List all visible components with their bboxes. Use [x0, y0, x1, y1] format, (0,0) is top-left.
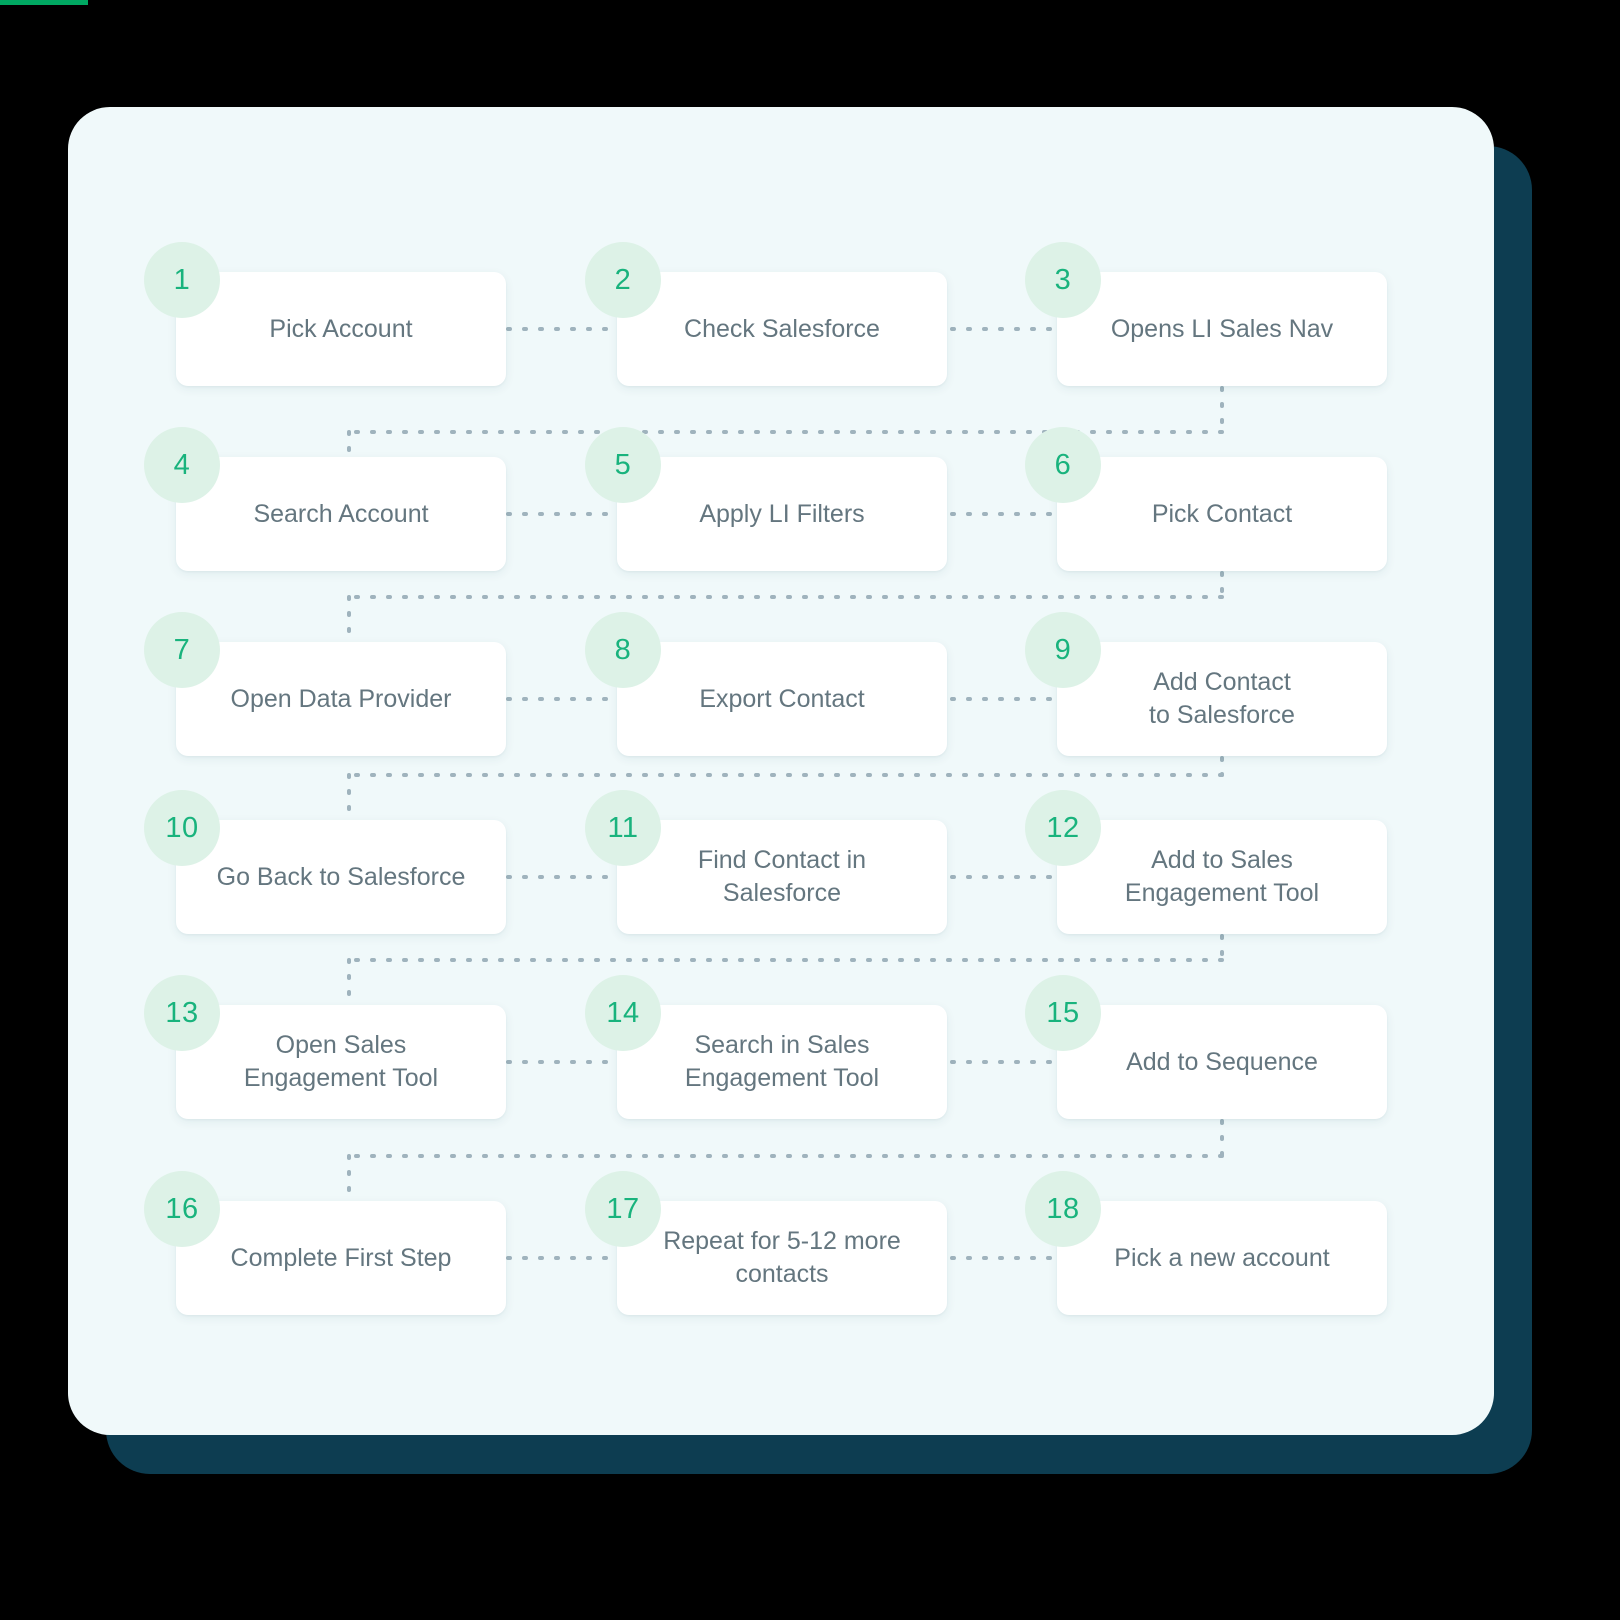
step-card[interactable]: Check Salesforce [617, 272, 947, 386]
step-label: Open Data Provider [230, 684, 452, 713]
step-number-badge: 4 [144, 427, 220, 503]
step-card[interactable]: Go Back to Salesforce [176, 820, 506, 934]
step-label: Add to Sequence [1126, 1047, 1318, 1076]
step-number-badge: 2 [585, 242, 661, 318]
step-number-badge: 10 [144, 790, 220, 866]
step-label: Add to Sales Engagement Tool [1124, 846, 1320, 907]
step-card[interactable]: Search in Sales Engagement Tool [617, 1005, 947, 1119]
step-label: Search Account [253, 499, 429, 528]
step-number-badge: 1 [144, 242, 220, 318]
step-16[interactable]: Complete First Step 16 [144, 1171, 506, 1315]
step-number-badge: 3 [1025, 242, 1101, 318]
step-number-badge: 17 [585, 1171, 661, 1247]
step-5[interactable]: Apply LI Filters 5 [585, 427, 947, 571]
step-card[interactable]: Pick Contact [1057, 457, 1387, 571]
step-card[interactable]: Add to Sales Engagement Tool [1057, 820, 1387, 934]
step-card[interactable]: Opens LI Sales Nav [1057, 272, 1387, 386]
step-number-badge: 8 [585, 612, 661, 688]
step-card[interactable]: Apply LI Filters [617, 457, 947, 571]
step-number-badge: 16 [144, 1171, 220, 1247]
step-number-badge: 9 [1025, 612, 1101, 688]
step-card[interactable]: Find Contact in Salesforce [617, 820, 947, 934]
step-label: Apply LI Filters [699, 499, 865, 528]
step-3[interactable]: Opens LI Sales Nav 3 [1025, 242, 1387, 386]
step-number-badge: 5 [585, 427, 661, 503]
step-9[interactable]: Add Contact to Salesforce 9 [1025, 612, 1387, 756]
step-card[interactable]: Open Data Provider [176, 642, 506, 756]
step-card[interactable]: Export Contact [617, 642, 947, 756]
step-card[interactable]: Search Account [176, 457, 506, 571]
step-7[interactable]: Open Data Provider 7 [144, 612, 506, 756]
step-card[interactable]: Complete First Step [176, 1201, 506, 1315]
step-card[interactable]: Pick Account [176, 272, 506, 386]
step-grid: Pick Account 1 Check Salesforce 2 Opens LI S… [0, 0, 1620, 1620]
step-label: Pick Contact [1151, 499, 1293, 528]
step-17[interactable]: Repeat for 5-12 more contacts 17 [585, 1171, 947, 1315]
step-18[interactable]: Pick a new account 18 [1025, 1171, 1387, 1315]
step-label: Search in Sales Engagement Tool [684, 1031, 880, 1092]
step-2[interactable]: Check Salesforce 2 [585, 242, 947, 386]
step-4[interactable]: Search Account 4 [144, 427, 506, 571]
step-label: Opens LI Sales Nav [1110, 314, 1334, 343]
step-15[interactable]: Add to Sequence 15 [1025, 975, 1387, 1119]
step-label: Find Contact in Salesforce [697, 846, 867, 907]
step-label: Go Back to Salesforce [216, 862, 466, 891]
step-number-badge: 14 [585, 975, 661, 1051]
step-11[interactable]: Find Contact in Salesforce 11 [585, 790, 947, 934]
step-13[interactable]: Open Sales Engagement Tool 13 [144, 975, 506, 1119]
step-card[interactable]: Open Sales Engagement Tool [176, 1005, 506, 1119]
step-card[interactable]: Add to Sequence [1057, 1005, 1387, 1119]
step-8[interactable]: Export Contact 8 [585, 612, 947, 756]
step-number-badge: 11 [585, 790, 661, 866]
step-label: Add Contact to Salesforce [1149, 668, 1295, 729]
step-number-badge: 18 [1025, 1171, 1101, 1247]
step-label: Complete First Step [230, 1243, 452, 1272]
step-label: Pick Account [269, 314, 413, 343]
step-label: Check Salesforce [684, 314, 880, 343]
step-label: Pick a new account [1114, 1243, 1330, 1272]
step-number-badge: 15 [1025, 975, 1101, 1051]
step-number-badge: 13 [144, 975, 220, 1051]
step-1[interactable]: Pick Account 1 [144, 242, 506, 386]
step-label: Open Sales Engagement Tool [243, 1031, 439, 1092]
step-12[interactable]: Add to Sales Engagement Tool 12 [1025, 790, 1387, 934]
step-number-badge: 12 [1025, 790, 1101, 866]
step-label: Export Contact [699, 684, 865, 713]
step-10[interactable]: Go Back to Salesforce 10 [144, 790, 506, 934]
step-number-badge: 7 [144, 612, 220, 688]
step-number-badge: 6 [1025, 427, 1101, 503]
step-card[interactable]: Add Contact to Salesforce [1057, 642, 1387, 756]
step-6[interactable]: Pick Contact 6 [1025, 427, 1387, 571]
step-card[interactable]: Repeat for 5-12 more contacts [617, 1201, 947, 1315]
step-card[interactable]: Pick a new account [1057, 1201, 1387, 1315]
step-label: Repeat for 5-12 more contacts [663, 1227, 901, 1288]
step-14[interactable]: Search in Sales Engagement Tool 14 [585, 975, 947, 1119]
